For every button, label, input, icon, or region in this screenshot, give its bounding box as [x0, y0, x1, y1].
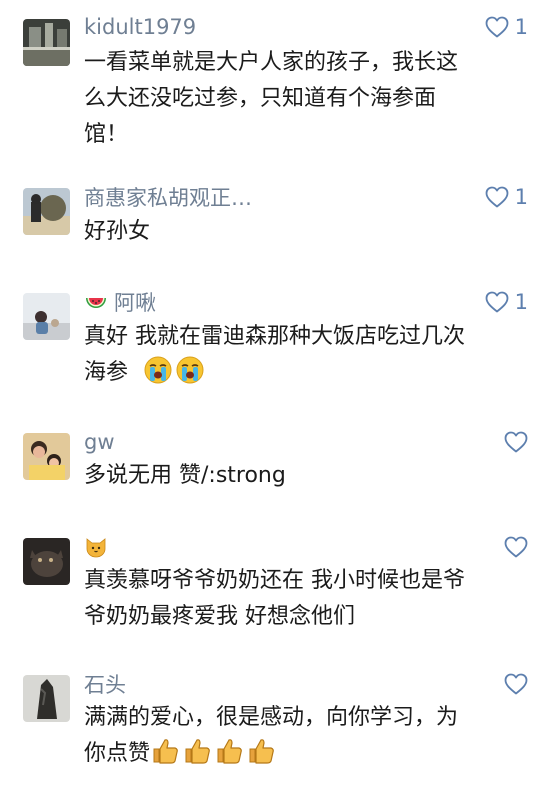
heart-icon — [504, 536, 528, 558]
crying-face-icon — [143, 355, 173, 385]
heart-icon — [504, 673, 528, 695]
avatar[interactable] — [23, 293, 70, 340]
avatar[interactable] — [23, 188, 70, 235]
heart-icon — [485, 291, 509, 313]
commenter-name[interactable]: 阿啾 — [84, 287, 156, 317]
text-line: 馆！ — [84, 122, 129, 147]
comment-text: 多说无用 赞/:strong — [84, 458, 524, 494]
comment-text: 好孙女 — [84, 214, 524, 250]
comment-text: 真羡慕呀爷爷奶奶还在 我小时候也是爷 爷奶奶最疼爱我 好想念他们 — [84, 563, 524, 635]
text-segment: 你点赞 — [84, 741, 151, 766]
text-line: 满满的爱心，很是感动，向你学习，为 — [84, 705, 459, 730]
like-button[interactable] — [504, 671, 528, 697]
name-label: 阿啾 — [114, 291, 156, 315]
text-line: 你点赞 — [84, 736, 524, 772]
commenter-name[interactable] — [84, 532, 114, 562]
crying-face-icon — [175, 355, 205, 385]
thumbs-up-icon — [246, 736, 276, 766]
text-line: 真好 我就在雷迪森那种大饭店吃过几次 — [84, 324, 465, 349]
text-line: 么大还没吃过参，只知道有个海参面 — [84, 86, 437, 111]
name-label: 商惠家私胡观正… — [84, 186, 252, 210]
like-count: 1 — [514, 185, 528, 209]
commenter-name[interactable]: kidult1979 — [84, 12, 196, 42]
text-line: 一看菜单就是大户人家的孩子，我长这 — [84, 50, 459, 75]
text-segment: 海参 — [84, 360, 129, 385]
heart-icon — [504, 431, 528, 453]
cat-face-icon — [84, 535, 108, 559]
thumbs-up-icon — [150, 736, 180, 766]
avatar[interactable] — [23, 19, 70, 66]
like-count: 1 — [514, 15, 528, 39]
text-line: 海参 — [84, 355, 524, 391]
commenter-name[interactable]: 商惠家私胡观正… — [84, 182, 252, 212]
text-line: 真羡慕呀爷爷奶奶还在 我小时候也是爷 — [84, 568, 465, 593]
avatar[interactable] — [23, 538, 70, 585]
like-button[interactable] — [504, 429, 528, 455]
comment-text: 一看菜单就是大户人家的孩子，我长这 么大还没吃过参，只知道有个海参面 馆！ — [84, 45, 524, 153]
comment-item: 真羡慕呀爷爷奶奶还在 我小时候也是爷 爷奶奶最疼爱我 好想念他们 — [0, 532, 550, 642]
comment-item: 石头 满满的爱心，很是感动，向你学习，为 你点赞 — [0, 669, 550, 779]
heart-icon — [485, 186, 509, 208]
like-button[interactable]: 1 — [485, 289, 528, 315]
comment-item: 阿啾 1 真好 我就在雷迪森那种大饭店吃过几次 海参 — [0, 287, 550, 397]
comment-item: gw 多说无用 赞/:strong — [0, 427, 550, 507]
avatar[interactable] — [23, 433, 70, 480]
comment-item: 商惠家私胡观正… 1 好孙女 — [0, 182, 550, 252]
name-label: gw — [84, 430, 115, 454]
like-count: 1 — [514, 290, 528, 314]
text-line: 爷奶奶最疼爱我 好想念他们 — [84, 604, 355, 629]
thumbs-up-icon — [214, 736, 244, 766]
avatar[interactable] — [23, 675, 70, 722]
like-button[interactable]: 1 — [485, 14, 528, 40]
like-button[interactable] — [504, 534, 528, 560]
commenter-name[interactable]: 石头 — [84, 669, 126, 699]
thumbs-up-icon — [182, 736, 212, 766]
like-button[interactable]: 1 — [485, 184, 528, 210]
text-line: 多说无用 赞/:strong — [84, 463, 286, 488]
comment-text: 真好 我就在雷迪森那种大饭店吃过几次 海参 — [84, 319, 524, 391]
comment-item: kidult1979 1 一看菜单就是大户人家的孩子，我长这 么大还没吃过参，只… — [0, 12, 550, 162]
text-line: 好孙女 — [84, 219, 151, 244]
name-label: kidult1979 — [84, 15, 197, 39]
watermelon-icon — [84, 290, 108, 314]
heart-icon — [485, 16, 509, 38]
commenter-name[interactable]: gw — [84, 427, 115, 457]
name-label: 石头 — [84, 673, 126, 697]
comment-text: 满满的爱心，很是感动，向你学习，为 你点赞 — [84, 700, 524, 772]
